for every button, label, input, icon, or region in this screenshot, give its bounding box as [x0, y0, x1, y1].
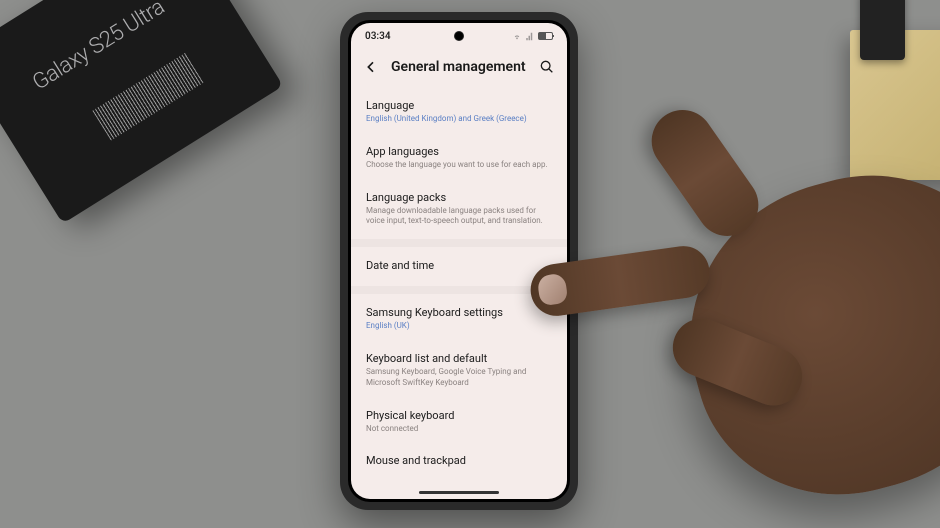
search-icon[interactable] [539, 59, 555, 75]
setting-title: Samsung Keyboard settings [366, 306, 552, 319]
setting-keyboard-settings[interactable]: Samsung Keyboard settings English (UK) [364, 296, 554, 342]
setting-subtitle: Not connected [366, 424, 552, 435]
setting-language-packs[interactable]: Language packs Manage downloadable langu… [364, 181, 554, 238]
setting-subtitle: Choose the language you want to use for … [366, 160, 552, 171]
palm [656, 143, 940, 528]
setting-app-languages[interactable]: App languages Choose the language you wa… [364, 135, 554, 181]
status-time: 03:34 [365, 31, 391, 42]
nav-handle[interactable] [419, 491, 499, 494]
section-divider [351, 239, 567, 247]
section-divider [351, 286, 567, 294]
front-camera [455, 32, 463, 40]
battery-icon [538, 32, 553, 40]
setting-subtitle: English (United Kingdom) and Greek (Gree… [366, 114, 552, 125]
setting-subtitle: English (UK) [366, 321, 552, 332]
product-box: Galaxy S25 Ultra [0, 0, 283, 224]
status-icons [512, 32, 553, 41]
phone-screen: 03:34 General management Language [351, 23, 567, 499]
middle-finger [664, 310, 811, 414]
barcode [92, 53, 204, 141]
setting-title: Keyboard list and default [366, 352, 552, 365]
phone-device: 03:34 General management Language [340, 12, 578, 510]
setting-date-time[interactable]: Date and time [364, 249, 554, 284]
setting-title: Language [366, 99, 552, 112]
hand-overlay [520, 120, 940, 520]
setting-keyboard-list[interactable]: Keyboard list and default Samsung Keyboa… [364, 342, 554, 399]
setting-language[interactable]: Language English (United Kingdom) and Gr… [364, 89, 554, 135]
setting-title: Mouse and trackpad [366, 454, 552, 467]
setting-physical-keyboard[interactable]: Physical keyboard Not connected [364, 399, 554, 445]
setting-subtitle: Manage downloadable language packs used … [366, 206, 552, 228]
setting-title: Date and time [366, 259, 552, 272]
settings-list: Language English (United Kingdom) and Gr… [351, 89, 567, 479]
phone-bezel: 03:34 General management Language [348, 20, 570, 502]
signal-icon [525, 32, 535, 41]
page-title: General management [391, 59, 527, 75]
wifi-icon [512, 32, 522, 41]
setting-subtitle: Samsung Keyboard, Google Voice Typing an… [366, 367, 552, 389]
binder-clip [860, 0, 905, 60]
setting-title: Physical keyboard [366, 409, 552, 422]
setting-title: Language packs [366, 191, 552, 204]
thumb [639, 98, 770, 248]
setting-mouse-trackpad[interactable]: Mouse and trackpad [364, 444, 554, 479]
back-icon[interactable] [363, 59, 379, 75]
setting-title: App languages [366, 145, 552, 158]
page-header: General management [351, 49, 567, 89]
